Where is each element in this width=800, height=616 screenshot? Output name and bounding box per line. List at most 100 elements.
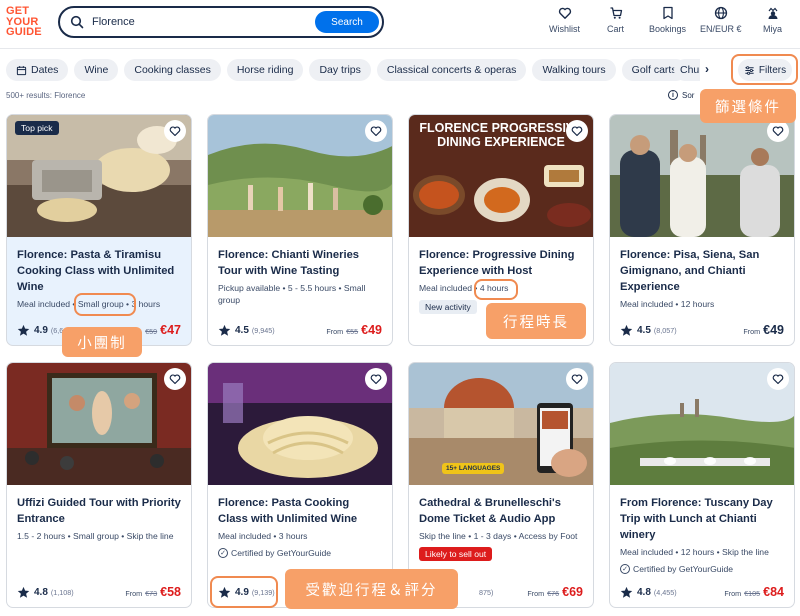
chip-day-trips[interactable]: Day trips xyxy=(309,59,371,81)
current-price: €69 xyxy=(562,585,583,599)
nav-cart[interactable]: Cart xyxy=(607,6,624,34)
getyourguide-logo[interactable]: GET YOUR GUIDE xyxy=(6,6,44,40)
chip-label: Classical concerts & operas xyxy=(386,64,517,76)
review-count: 875) xyxy=(479,587,494,597)
heart-icon xyxy=(571,374,583,385)
search-input[interactable] xyxy=(92,16,312,28)
old-price: €105 xyxy=(744,589,761,598)
search-button[interactable]: Search xyxy=(315,11,379,33)
rating-price-row: 4.5 (8,057) From €49 xyxy=(620,323,784,337)
heart-icon xyxy=(169,374,181,385)
wishlist-button[interactable] xyxy=(767,368,789,390)
nav-language-currency[interactable]: EN/EUR € xyxy=(700,6,742,34)
rating-price-row: 4.8 (4,455) From €105 €84 xyxy=(620,585,784,599)
duration-annotation: 行程時長 xyxy=(486,303,586,339)
chip-classical-concerts[interactable]: Classical concerts & operas xyxy=(376,59,527,81)
chip-partial[interactable]: Chu xyxy=(674,59,700,81)
heart-icon xyxy=(772,374,784,385)
activity-card[interactable]: From Florence: Tuscany Day Trip with Lun… xyxy=(609,362,795,608)
chip-label: Chu xyxy=(680,64,700,76)
top-pick-badge: Top pick xyxy=(15,121,59,135)
price: From €105 €84 xyxy=(724,585,784,599)
header-divider xyxy=(0,48,800,49)
activity-meta: 1.5 - 2 hours • Small group • Skip the l… xyxy=(17,531,174,541)
nav-label: Wishlist xyxy=(549,24,580,34)
duration-highlight xyxy=(474,279,518,300)
activity-card[interactable]: Florence: Pisa, Siena, San Gimignano, an… xyxy=(609,114,795,346)
filter-chips: Dates Wine Cooking classes Horse riding … xyxy=(6,59,687,81)
old-price: €76 xyxy=(547,589,560,598)
activity-title: Florence: Pasta & Tiramisu Cooking Class… xyxy=(17,249,175,293)
activity-title: Florence: Progressive Dining Experience … xyxy=(419,249,575,277)
wishlist-button[interactable] xyxy=(365,368,387,390)
activity-meta: Pickup available • 5 - 5.5 hours • Small… xyxy=(218,283,366,305)
globe-icon xyxy=(714,6,727,20)
heart-icon xyxy=(370,126,382,137)
rating-value: 4.5 xyxy=(637,324,651,336)
wishlist-button[interactable] xyxy=(164,368,186,390)
chip-wine[interactable]: Wine xyxy=(74,59,119,81)
results-count: 500+ results: Florence xyxy=(6,91,86,100)
heart-icon xyxy=(370,374,382,385)
star-icon xyxy=(17,324,30,336)
small-group-highlight xyxy=(74,293,136,316)
chip-label: Walking tours xyxy=(542,64,606,76)
calendar-icon xyxy=(16,65,27,75)
wishlist-button[interactable] xyxy=(566,120,588,142)
star-icon xyxy=(620,586,633,598)
price: From €49 xyxy=(743,323,784,337)
filters-highlight xyxy=(731,54,798,85)
rating-value: 4.9 xyxy=(34,324,48,336)
activity-image: 15+ LANGUAGES xyxy=(409,363,593,485)
sort-label: Sor xyxy=(682,90,695,100)
activity-title: Florence: Pisa, Siena, San Gimignano, an… xyxy=(620,249,760,293)
current-price: €84 xyxy=(763,585,784,599)
nav-label: Cart xyxy=(607,24,625,34)
sort-control[interactable]: i Sor xyxy=(668,90,694,100)
chip-horse-riding[interactable]: Horse riding xyxy=(226,59,304,81)
activity-title: Florence: Chianti Wineries Tour with Win… xyxy=(218,249,360,277)
filters-annotation: 篩選條件 xyxy=(700,89,796,123)
svg-text:DINING EXPERIENCE: DINING EXPERIENCE xyxy=(437,135,565,149)
activity-title: From Florence: Tuscany Day Trip with Lun… xyxy=(620,497,773,541)
old-price: €59 xyxy=(145,327,158,336)
chip-walking-tours[interactable]: Walking tours xyxy=(532,59,616,81)
review-count: (1,108) xyxy=(50,587,74,597)
activity-image: FLORENCE PROGRESSIVE DINING EXPERIENCE xyxy=(409,115,593,237)
activity-image xyxy=(7,363,191,485)
activity-image xyxy=(208,363,392,485)
price: From €76 €69 xyxy=(527,585,583,599)
chip-label: Wine xyxy=(84,64,109,76)
wishlist-button[interactable] xyxy=(164,120,186,142)
activity-image xyxy=(610,115,794,237)
chip-cooking-classes[interactable]: Cooking classes xyxy=(124,59,221,81)
activity-card[interactable]: Uffizi Guided Tour with Priority Entranc… xyxy=(6,362,192,608)
rating-price-row: 4.5 (9,945) From €55 €49 xyxy=(218,323,382,337)
old-price: €55 xyxy=(346,327,359,336)
rating-value: 4.8 xyxy=(34,586,48,598)
rating-price-row: 4.8 (1,108) From €73 €58 xyxy=(17,585,181,599)
price: €59 €47 xyxy=(145,323,181,337)
nav-profile[interactable]: Miya xyxy=(763,6,782,34)
review-count: (4,455) xyxy=(653,587,677,597)
chip-dates[interactable]: Dates xyxy=(6,59,69,81)
wishlist-button[interactable] xyxy=(767,120,789,142)
star-icon xyxy=(17,586,30,598)
activity-card[interactable]: Florence: Chianti Wineries Tour with Win… xyxy=(207,114,393,346)
chip-label: Golf carts xyxy=(631,64,677,76)
activity-meta: Meal included • 12 hours • Skip the line xyxy=(620,547,769,557)
nav-wishlist[interactable]: Wishlist xyxy=(549,6,580,34)
activity-title: Cathedral & Brunelleschi's Dome Ticket &… xyxy=(419,497,561,525)
check-circle-icon: ✓ xyxy=(218,548,228,558)
nav-label: Bookings xyxy=(649,24,687,34)
nav-bookings[interactable]: Bookings xyxy=(649,6,686,34)
chevron-right-icon[interactable]: › xyxy=(705,62,709,76)
current-price: €49 xyxy=(763,323,784,337)
heart-icon xyxy=(558,7,571,19)
cart-icon xyxy=(610,7,622,19)
certified-label: ✓ Certified by GetYourGuide xyxy=(218,548,382,558)
wishlist-button[interactable] xyxy=(566,368,588,390)
chip-label: Horse riding xyxy=(236,64,294,76)
wishlist-button[interactable] xyxy=(365,120,387,142)
activity-meta: Skip the line • 1 - 3 days • Access by F… xyxy=(419,531,578,541)
